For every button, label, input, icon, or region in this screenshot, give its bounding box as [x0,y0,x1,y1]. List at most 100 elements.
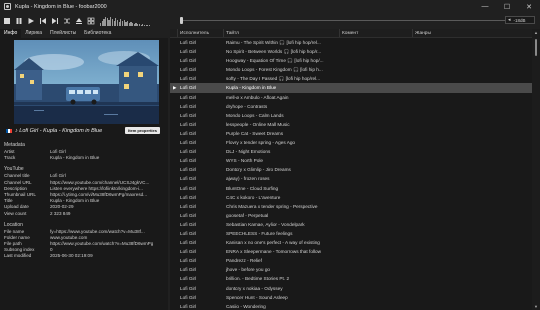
seek-track [180,20,506,21]
row-title: No Spirit - Between Worlds 🎧 [lofi hip h… [226,49,322,55]
playlist-row[interactable]: Lofi Girl SPEECHLESS - Future feelings [170,229,532,238]
close-button[interactable]: ✕ [518,0,540,13]
previous-button[interactable] [37,16,48,27]
playlist-row[interactable]: Lofi Girl softy - The Day I Passed 🎧 [lof… [170,74,532,83]
tab-playlists[interactable]: Плейлисты [46,29,80,38]
playlist-row[interactable]: Lofi Girl lesspeople - Online Mall Music [170,120,532,129]
play-indicator [170,56,178,65]
seek-handle[interactable] [180,17,183,24]
stop-button[interactable] [1,16,12,27]
play-indicator [170,238,178,247]
tab-lyrics[interactable]: Лирика [21,29,46,38]
next-button[interactable] [49,16,60,27]
row-artist: Lofi Girl [180,167,197,173]
playlist-row[interactable]: Lofi Girl Chris Mazuera x tender spring -… [170,202,532,211]
row-comment [340,156,413,165]
row-artist: Lofi Girl [180,294,197,300]
row-artist: Lofi Girl [180,303,197,309]
property-row[interactable]: View count 2 323 849 [4,211,166,217]
tab-info[interactable]: Инфо [0,29,22,38]
playlist-row[interactable]: Lofi Girl dryhope - Contrasts [170,102,532,111]
row-genres [413,193,532,202]
play-button[interactable] [25,16,36,27]
row-comment [340,184,413,193]
foobar-app-icon [4,3,11,10]
play-indicator [170,202,178,211]
column-header-comment[interactable]: Комент [340,29,413,37]
row-title: mell-ø x Ambulo - Afloat Again [226,94,289,100]
item-properties-button[interactable]: Item properties [125,127,160,134]
play-indicator [170,247,178,256]
grid-icon [87,17,94,25]
property-row[interactable]: Track Kupla - Kingdom in Blue [4,155,166,161]
row-artist: Lofi Girl [180,149,197,155]
row-title: lesspeople - Online Mall Music [226,121,290,127]
column-header-indicator[interactable] [170,29,178,37]
playlist-row[interactable]: ▶ Lofi Girl Kupla - Kingdom in Blue [170,83,532,93]
playlist-row[interactable]: Lofi Girl Mondo Loops - Calm Lands [170,111,532,120]
playlist-scrollbar[interactable]: ▲ ▼ [532,29,540,310]
eject-button[interactable] [73,16,84,27]
pause-button[interactable] [13,16,24,27]
maximize-button[interactable]: ☐ [496,0,518,13]
column-header-artist[interactable]: Исполнитель [178,29,224,37]
scroll-up-icon[interactable]: ▲ [533,30,539,35]
scroll-down-icon[interactable]: ▼ [533,304,539,309]
row-artist: Lofi Girl [180,85,197,91]
playlist-row[interactable]: Lofi Girl mell-ø x Ambulo - Afloat Again [170,93,532,102]
playlist-row[interactable]: Lofi Girl WYS - North Pole [170,156,532,165]
playlist-row[interactable]: Lofi Girl Pandrezz - Relief [170,256,532,265]
row-genres [413,293,532,302]
playlist-row[interactable]: Lofi Girl Dontcry x Glimlip - Jiro Dreams [170,165,532,174]
row-artist: Lofi Girl [180,158,197,164]
playlist-view-button[interactable] [85,16,96,27]
row-genres [413,93,532,102]
scrollbar-thumb[interactable] [535,39,537,56]
row-comment [340,238,413,247]
tab-library[interactable]: Библиотека [80,29,115,38]
playlist-row[interactable]: Lofi Girl Flovry x tender spring - Ages A… [170,138,532,147]
property-row[interactable]: Last modified 2025-06-30 02:19:09 [4,253,166,259]
row-artist: Lofi Girl [180,230,197,236]
row-artist: Lofi Girl [180,103,197,109]
playlist-row[interactable]: Lofi Girl DLJ - Night Emotions [170,147,532,156]
playlist-row[interactable]: Lofi Girl dontcry x nokiaa - Odyssey [170,284,532,293]
playlist-row[interactable]: Lofi Girl Mondo Loops - Forest Kingdom 🎧 … [170,65,532,74]
playlist-row[interactable]: Lofi Girl Casiio - Wondering [170,302,532,310]
row-genres [413,247,532,256]
row-title: Chris Mazuera x tender spring - Perspect… [226,203,318,209]
property-key: Track [4,155,16,161]
row-genres [413,120,532,129]
playlist-row[interactable]: Lofi Girl No Spirit - Between Worlds 🎧 [l… [170,47,532,56]
playlist-row[interactable]: Lofi Girl Sebastian Kamae, Aylior - Vonde… [170,220,532,229]
playlist-row[interactable]: Lofi Girl Hoogway - Equation Of Time 🎧 [l… [170,56,532,65]
playlist-row[interactable]: Lofi Girl Spencer Hunt - Sound Asleep [170,293,532,302]
play-indicator [170,184,178,193]
playlist-row[interactable]: Lofi Girl brillion. - Bedtime Stories Pt.… [170,274,532,283]
playlist-row[interactable]: Lofi Girl Kanisan x no one's perfect - A … [170,238,532,247]
row-artist: Lofi Girl [180,258,197,264]
row-artist: Lofi Girl [180,49,197,55]
next-icon [51,18,58,24]
random-button[interactable] [61,16,72,27]
playlist-row[interactable]: Lofi Girl goosetaf - Perpetual [170,211,532,220]
row-genres [413,256,532,265]
property-key: Last modified [4,253,32,259]
column-header-genres[interactable]: Жанры [413,29,532,37]
playlist-row[interactable]: Lofi Girl ENRA x Sleepermane - Tomorrows … [170,247,532,256]
row-artist: Lofi Girl [180,58,197,64]
row-artist: Lofi Girl [180,194,197,200]
column-header-title[interactable]: Тайтл [224,29,340,37]
row-comment [340,102,413,111]
playlist-row[interactable]: Lofi Girl ajway) - frozen roses [170,174,532,183]
seek-bar[interactable] [180,17,506,24]
minimize-button[interactable]: — [474,0,496,13]
playlist-row[interactable]: Lofi Girl Purple Cat - Sweet Dreams [170,129,532,138]
play-indicator [170,256,178,265]
playlist-row[interactable]: Lofi Girl C4C x kokoro - L'aventure [170,193,532,202]
volume-control[interactable]: ◂ -18dB [505,16,535,24]
playlist-row[interactable]: Lofi Girl BluntOne - Cloud Surfing [170,184,532,193]
playlist-row[interactable]: Lofi Girl Raimu - The Spirit Within 🎧 [lo… [170,38,532,47]
row-title: C4C x kokoro - L'aventure [226,194,281,200]
playlist-row[interactable]: Lofi Girl jhove - before you go [170,265,532,274]
